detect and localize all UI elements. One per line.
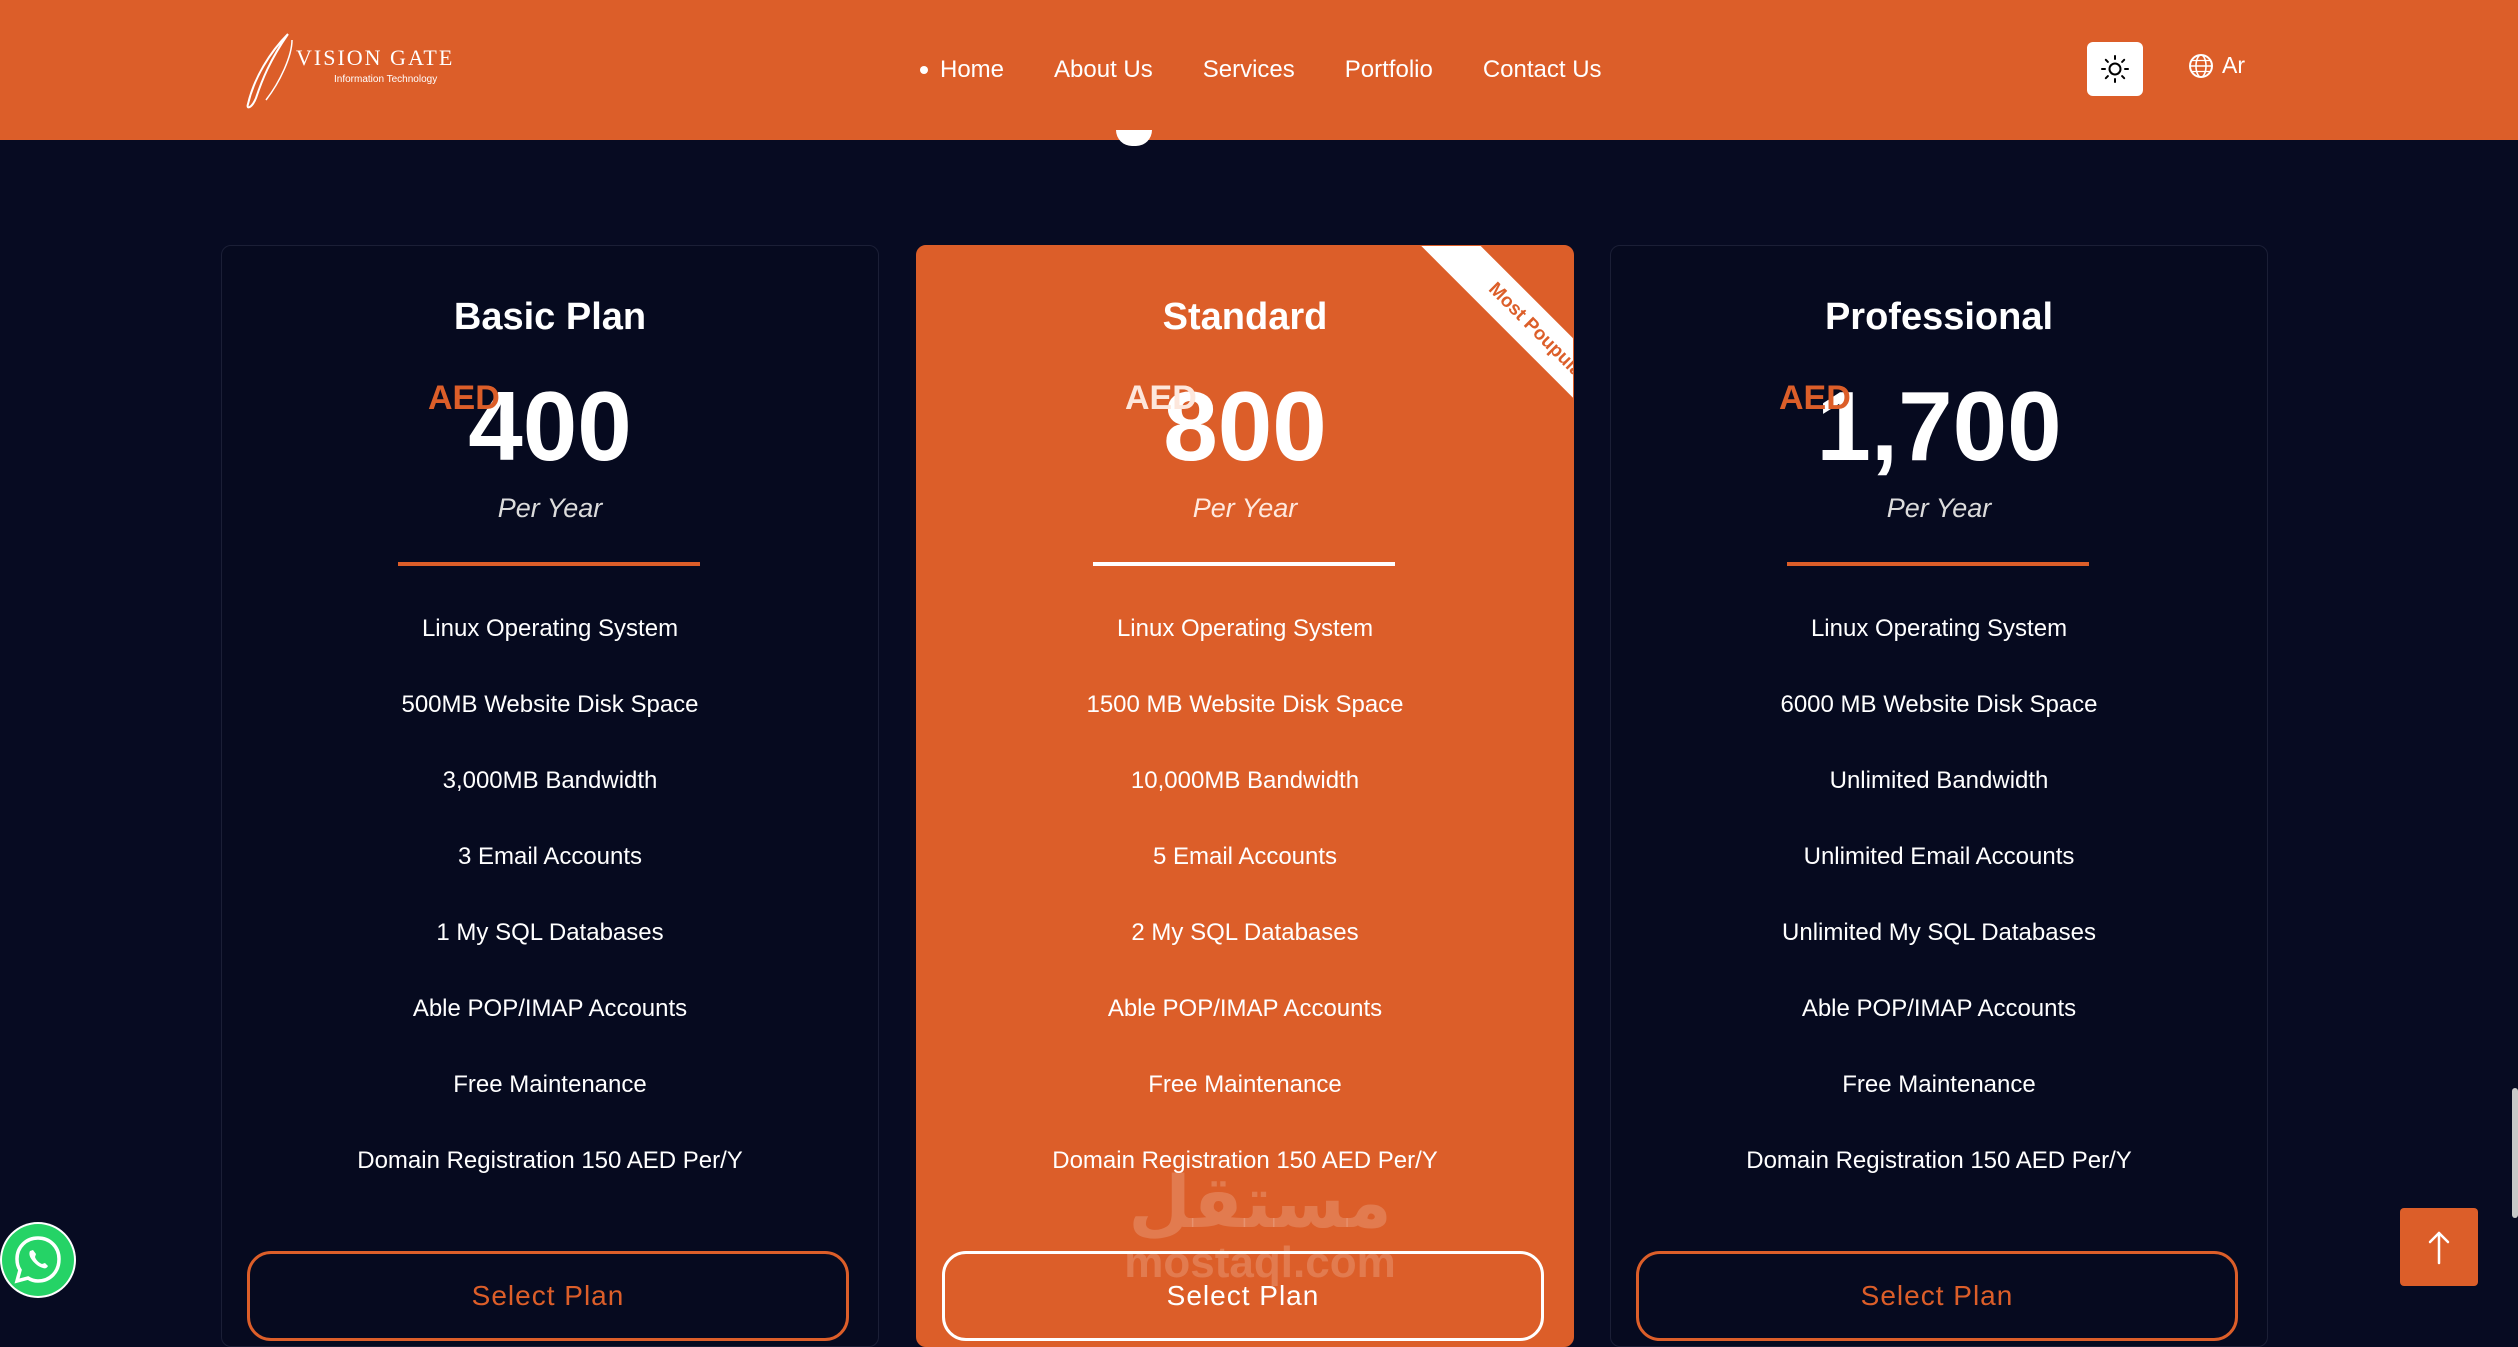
feature-item: Unlimited My SQL Databases [1782, 919, 2096, 946]
plan-period: Per Year [497, 493, 603, 523]
nav-about-label: About Us [1054, 56, 1153, 83]
feature-item: Free Maintenance [1148, 1071, 1342, 1098]
feature-item: 10,000MB Bandwidth [1130, 767, 1360, 794]
feature-item: 6000 MB Website Disk Space [1780, 691, 2098, 718]
plan-name: Standard [1162, 296, 1328, 338]
logo-title: VISION GATE [296, 45, 455, 70]
logo[interactable]: VISION GATE Information Technology [240, 30, 480, 110]
plan-card-basic: Basic Plan 400 AED Per Year Linux Operat… [221, 245, 879, 1347]
site-header: VISION GATE Information Technology Home … [0, 0, 2518, 140]
feature-item: 5 Email Accounts [1152, 843, 1338, 870]
feature-list: Linux Operating System 1500 MB Website D… [917, 591, 1573, 1199]
nav-portfolio[interactable]: Portfolio [1345, 56, 1433, 84]
price-block: 400 AED [222, 371, 878, 481]
feature-list: Linux Operating System 500MB Website Dis… [222, 591, 878, 1199]
theme-toggle-button[interactable] [2087, 42, 2143, 96]
nav-home[interactable]: Home [920, 56, 1004, 84]
feature-item: Able POP/IMAP Accounts [1107, 995, 1383, 1022]
select-plan-button[interactable]: Select Plan [247, 1251, 849, 1341]
plan-price: 800 [1163, 371, 1327, 481]
feature-item: Free Maintenance [1842, 1071, 2036, 1098]
currency-label: AED [1779, 379, 1851, 417]
feature-item: 3,000MB Bandwidth [442, 767, 658, 794]
feature-item: Linux Operating System [1810, 615, 2068, 642]
language-switch[interactable]: Ar [2188, 52, 2245, 79]
logo-subtitle: Information Technology [334, 74, 438, 85]
logo-mark [246, 33, 293, 109]
feature-item: Able POP/IMAP Accounts [412, 995, 688, 1022]
nav-home-label: Home [940, 56, 1005, 83]
plan-card-professional: Professional 1,700 AED Per Year Linux Op… [1610, 245, 2268, 1347]
scroll-to-top-button[interactable] [2400, 1208, 2478, 1286]
currency-label: AED [1125, 379, 1197, 417]
price-block: 1,700 AED [1611, 371, 2267, 481]
feature-item: Able POP/IMAP Accounts [1801, 995, 2077, 1022]
feature-item: 500MB Website Disk Space [401, 691, 699, 718]
feature-item: 3 Email Accounts [457, 843, 643, 870]
feature-item: Unlimited Bandwidth [1829, 767, 2049, 794]
feature-item: Linux Operating System [421, 615, 679, 642]
whatsapp-icon [2, 1224, 74, 1296]
plan-name: Professional [1824, 296, 2054, 338]
decorative-shape [1116, 130, 1152, 146]
nav-contact-label: Contact Us [1482, 56, 1602, 83]
divider [1093, 562, 1395, 566]
watermark-arabic: مستقل [1128, 1163, 1392, 1243]
nav-services[interactable]: Services [1203, 56, 1295, 84]
language-label: Ar [2222, 52, 2245, 78]
arrow-up-icon [2428, 1231, 2450, 1265]
feature-item: Free Maintenance [453, 1071, 647, 1098]
plan-name: Basic Plan [453, 296, 647, 338]
nav-contact-us[interactable]: Contact Us [1483, 56, 1602, 84]
divider [398, 562, 700, 566]
divider [1787, 562, 2089, 566]
plan-period: Per Year [1192, 493, 1298, 523]
nav-portfolio-label: Portfolio [1344, 56, 1433, 83]
select-plan-button[interactable]: Select Plan [1636, 1251, 2238, 1341]
watermark-latin: mostaql.com [1124, 1238, 1396, 1287]
price-block: 800 AED [917, 371, 1573, 481]
plan-price: 1,700 [1816, 371, 2062, 481]
sun-icon [2101, 55, 2129, 83]
feature-item: Domain Registration 150 AED Per/Y [357, 1147, 743, 1174]
feature-item: 1500 MB Website Disk Space [1086, 691, 1404, 718]
plan-price: 400 [468, 371, 632, 481]
feature-item: 2 My SQL Databases [1131, 919, 1359, 946]
main-nav: Home About Us Services Portfolio Contact… [920, 52, 1652, 88]
nav-services-label: Services [1202, 56, 1295, 83]
feature-item: 1 My SQL Databases [436, 919, 664, 946]
plan-period: Per Year [1886, 493, 1992, 523]
globe-icon [2189, 53, 2213, 78]
feature-list: Linux Operating System 6000 MB Website D… [1611, 591, 2267, 1199]
feature-item: Linux Operating System [1116, 615, 1374, 642]
currency-label: AED [428, 379, 500, 417]
feature-item: Domain Registration 150 AED Per/Y [1746, 1147, 2132, 1174]
whatsapp-button[interactable] [0, 1222, 76, 1298]
feature-item: Unlimited Email Accounts [1803, 843, 2075, 870]
scrollbar-thumb[interactable] [2512, 1088, 2518, 1218]
active-dot-icon [920, 66, 928, 74]
nav-about-us[interactable]: About Us [1054, 56, 1153, 84]
